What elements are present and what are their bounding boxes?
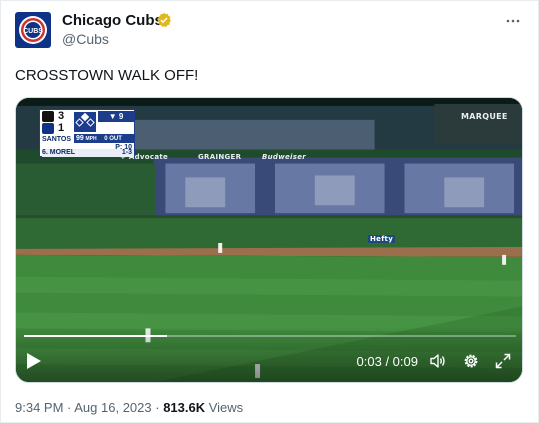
author-handle[interactable]: @Cubs [62, 31, 109, 47]
video-player[interactable]: MARQUEE + Advocate GRAINGER Budweiser He… [15, 97, 523, 383]
progress-bar[interactable] [24, 335, 516, 337]
views-label: Views [205, 400, 244, 415]
inning-indicator: ▼ 9 [98, 111, 134, 122]
pitcher-name: SANTOS [42, 136, 72, 143]
settings-gear-icon[interactable] [462, 352, 480, 370]
tweet-card: CUBS Chicago Cubs @Cubs CROSSTOWN WALK O… [0, 0, 539, 423]
cubs-logo-icon [42, 123, 54, 134]
outs-count: 0 OUT [104, 136, 122, 142]
batter-line: 6. MOREL 1-3 [42, 149, 134, 157]
meta-separator: · [151, 400, 164, 415]
tweet-date[interactable]: Aug 16, 2023 [74, 400, 151, 415]
scoreboard-overlay: 3 1 ▼ 9 99 MPH 0 OUT SANTOS P: 10 6. MOR… [39, 109, 135, 157]
gold-verified-badge-icon [157, 12, 171, 27]
pitch-speed: 99 [76, 135, 84, 142]
white-sox-logo-icon [42, 111, 54, 122]
marquee-sign: MARQUEE [461, 112, 508, 121]
batter-name: 6. MOREL [42, 149, 76, 156]
time-display: 0:03 / 0:09 [356, 354, 418, 369]
meta-separator: · [63, 400, 75, 415]
play-icon[interactable] [26, 352, 42, 370]
views-count[interactable]: 813.6K [163, 400, 205, 415]
grainger-sign: GRAINGER [198, 153, 242, 161]
tweet-time[interactable]: 9:34 PM [15, 400, 63, 415]
svg-text:CUBS: CUBS [23, 28, 43, 35]
home-score: 1 [58, 122, 65, 134]
volume-icon[interactable] [429, 352, 447, 370]
hefty-sign: Hefty [368, 235, 396, 243]
bases-diamond-icon [74, 112, 96, 132]
tweet-meta: 9:34 PM · Aug 16, 2023 · 813.6K Views [15, 400, 243, 415]
pitch-unit: MPH [85, 136, 97, 142]
pitcher-line: SANTOS [42, 136, 72, 144]
away-score: 3 [58, 110, 65, 122]
avatar[interactable]: CUBS [15, 12, 51, 48]
budweiser-sign: Budweiser [262, 153, 307, 161]
batter-stats: 1-3 [121, 149, 132, 156]
progress-fill [24, 335, 167, 337]
fullscreen-icon[interactable] [494, 352, 512, 370]
pitch-info: 99 MPH 0 OUT [74, 134, 134, 143]
more-options-icon[interactable] [504, 12, 522, 30]
author-name[interactable]: Chicago Cubs [62, 12, 163, 29]
cubs-logo-icon: CUBS [19, 16, 47, 44]
tweet-text: CROSSTOWN WALK OFF! [15, 67, 199, 84]
